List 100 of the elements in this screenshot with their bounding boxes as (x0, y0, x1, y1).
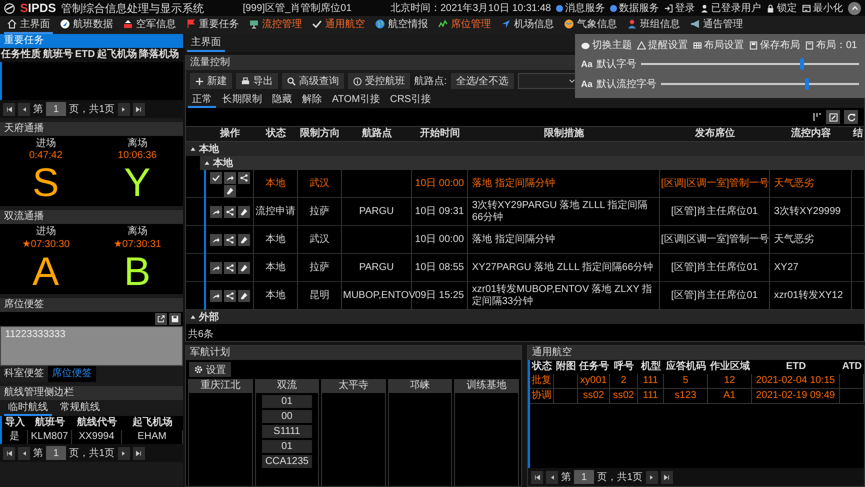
forward-button[interactable] (210, 206, 222, 218)
tab[interactable]: 长期限制 (218, 92, 266, 108)
page-input[interactable]: 1 (46, 102, 66, 116)
edit-button[interactable] (826, 110, 840, 124)
menu-item[interactable]: 保存布局 (749, 38, 800, 52)
clear-button[interactable] (238, 206, 250, 218)
list-item[interactable]: 01 (262, 395, 312, 408)
table-row[interactable]: 流控申请 拉萨 PARGU 10日 09:31 3次转XY29PARGU 落地 ZLLL 指定间隔66分钟 [区管]肖主任席位01 3次转XY29999 (186, 198, 864, 226)
menu-item[interactable]: 提醒设置 (637, 38, 688, 52)
clear-button[interactable] (238, 290, 250, 302)
first-page-button[interactable] (531, 470, 543, 484)
nav-item[interactable]: 航空情报 (372, 16, 431, 34)
forward-button[interactable] (224, 172, 236, 184)
nav-item[interactable]: 通用航空 (309, 16, 368, 34)
menu-item[interactable]: 布局设置 (693, 38, 744, 52)
share-button[interactable] (238, 172, 250, 184)
nav-item[interactable]: 班组信息 (624, 16, 683, 34)
collapse-button[interactable] (848, 2, 861, 14)
table-row[interactable]: 本地 武汉 10日 00:00 落地 指定间隔分钟 [区调|区调一室]管制一号 天气恶劣 (186, 170, 864, 198)
menu-item[interactable]: 切换主题 (581, 38, 632, 52)
toolbar-button[interactable]: 新建 (190, 73, 232, 89)
confirm-button[interactable] (210, 172, 222, 184)
refresh-button[interactable] (844, 110, 858, 124)
list-item[interactable]: S1111 (262, 425, 312, 438)
clear-button[interactable] (224, 184, 236, 196)
last-page-icon (663, 474, 670, 480)
nav-item[interactable]: 机场信息 (498, 16, 557, 34)
service-status: 数据服务 (619, 2, 659, 15)
save-button[interactable] (169, 313, 181, 325)
tab[interactable]: 隐藏 (268, 92, 296, 108)
menu-item[interactable]: 布局：01 (805, 38, 858, 52)
list-item[interactable]: 01 (262, 440, 312, 453)
share-button[interactable] (224, 234, 236, 246)
share-icon (226, 264, 234, 272)
tab[interactable]: 席位便签 (48, 366, 96, 382)
header-action[interactable]: 登录 (675, 1, 695, 15)
tab[interactable]: 解除 (298, 92, 326, 108)
next-page-button[interactable] (118, 446, 130, 460)
nav-item[interactable]: 航班数据 (57, 16, 116, 34)
page-input[interactable]: 1 (574, 470, 594, 484)
header-action[interactable]: 已登录用户 (711, 1, 761, 15)
list-item[interactable]: CCA1235 (262, 455, 312, 468)
first-page-button[interactable] (3, 102, 15, 116)
page-input[interactable]: 1 (46, 446, 66, 460)
select-all-button[interactable]: 全选/全不选 (450, 73, 514, 89)
toolbar-button[interactable]: 受控航班 (348, 73, 410, 89)
columns-icon[interactable] (812, 112, 822, 122)
clear-button[interactable] (238, 262, 250, 274)
tab[interactable]: 常规航线 (56, 400, 104, 416)
table-row[interactable]: 本地 昆明 MUBOP,ENTOV09日 15:25 xzr01转发MUBOP,ENTOV 落地 ZLXY 指定间隔33分钟 [区管]肖主任席位01 xzr01转发XY12 (186, 282, 864, 310)
collapse-arrow-icon[interactable] (190, 146, 196, 152)
header-action[interactable]: 最小化 (813, 1, 843, 15)
collapse-arrow-icon[interactable] (204, 160, 210, 166)
share-button[interactable] (224, 206, 236, 218)
last-page-button[interactable] (132, 102, 145, 116)
group-row[interactable]: 外部 (186, 310, 864, 324)
list-item[interactable]: 00 (262, 410, 312, 423)
tab[interactable]: 主界面 (187, 34, 225, 52)
previous-page-button[interactable] (18, 446, 30, 460)
forward-button[interactable] (210, 262, 222, 274)
next-page-button[interactable] (118, 102, 130, 116)
tab[interactable]: 正常 (188, 92, 216, 108)
forward-button[interactable] (210, 234, 222, 246)
tab[interactable]: ATOM引接 (328, 92, 384, 108)
table-row[interactable]: 本地 武汉 10日 00:00 落地 指定间隔分钟 [区调|区调一室]管制一号 天气恶劣 (186, 226, 864, 254)
eraser-icon (240, 292, 248, 300)
column-header: 呼号 (613, 360, 635, 374)
header-action[interactable]: 锁定 (777, 1, 797, 15)
nav-item[interactable]: 通告管理 (687, 16, 746, 34)
next-page-button[interactable] (646, 470, 658, 484)
forward-button[interactable] (210, 290, 222, 302)
settings-button[interactable]: 设置 (189, 362, 231, 377)
nav-item[interactable]: 流控管理 (246, 16, 305, 34)
collapse-arrow-icon[interactable] (190, 314, 196, 320)
tab[interactable]: 科室便签 (0, 366, 48, 382)
share-button[interactable] (224, 290, 236, 302)
share-button[interactable] (224, 262, 236, 274)
slider-thumb[interactable] (800, 58, 804, 70)
clear-button[interactable] (238, 234, 250, 246)
table-cell: 111 (638, 389, 664, 404)
table-row[interactable]: 本地 拉萨 PARGU 10日 08:55 XY27PARGU 落地 ZLLL 指定间隔66分钟 [区管]肖主任席位01 XY27 (186, 254, 864, 282)
toolbar-button[interactable]: 导出 (236, 73, 278, 89)
previous-page-button[interactable] (18, 102, 30, 116)
group-row[interactable]: 本地 (186, 142, 864, 156)
group-row[interactable]: 本地 (200, 156, 864, 170)
nav-item[interactable]: 重要任务 (183, 16, 242, 34)
printer-icon (241, 76, 250, 86)
nav-item[interactable]: 空军信息 (120, 16, 179, 34)
nav-item[interactable]: 气象信息 (561, 16, 620, 34)
broadcast-label: 离场 (127, 224, 148, 238)
last-page-button[interactable] (660, 470, 673, 484)
slider-thumb[interactable] (805, 78, 810, 90)
last-page-button[interactable] (132, 446, 145, 460)
previous-page-button[interactable] (546, 470, 558, 484)
toolbar-button[interactable]: 高级查询 (282, 73, 344, 89)
nav-item[interactable]: 席位管理 (435, 16, 494, 34)
first-page-button[interactable] (3, 446, 15, 460)
open-button[interactable] (155, 313, 167, 325)
tab[interactable]: CRS引接 (386, 92, 436, 108)
next-icon (120, 450, 128, 456)
